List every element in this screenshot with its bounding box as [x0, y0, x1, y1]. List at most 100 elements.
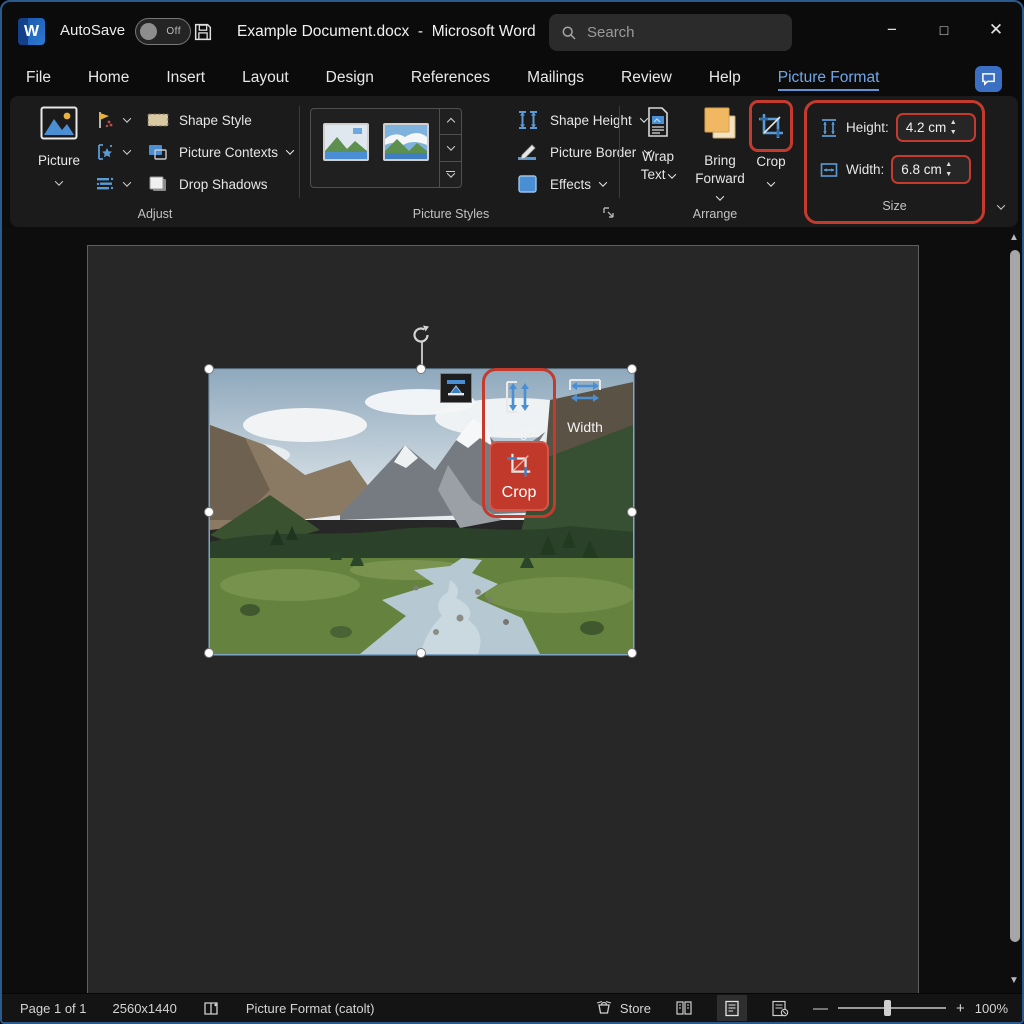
drop-shadows-button[interactable]: Drop Shadows — [146, 168, 293, 200]
collapse-ribbon-button[interactable] — [998, 197, 1004, 215]
tab-picture-format[interactable]: Picture Format — [778, 69, 880, 91]
gallery-scroll-up-button[interactable] — [440, 109, 461, 135]
gallery-scroll-down-button[interactable] — [440, 135, 461, 161]
maximize-button[interactable]: □ — [918, 8, 970, 52]
mode-indicator: Picture Format (catolt) — [246, 1001, 375, 1016]
zoom-slider-thumb[interactable] — [884, 1000, 891, 1016]
read-mode-button[interactable] — [669, 995, 699, 1021]
width-spinner[interactable]: ▲▼ — [945, 161, 952, 178]
floating-width-label: Width — [557, 419, 613, 435]
drop-shadows-label: Drop Shadows — [179, 177, 268, 192]
tab-mailings[interactable]: Mailings — [527, 69, 584, 91]
width-row: Width: ▲▼ — [819, 155, 971, 184]
picture-styles-gallery[interactable] — [310, 108, 462, 188]
chevron-down-icon — [123, 146, 131, 154]
chevron-down-icon — [123, 178, 131, 186]
scroll-down-icon[interactable]: ▼ — [1009, 975, 1019, 986]
page-indicator[interactable]: Page 1 of 1 — [20, 1001, 87, 1016]
zoom-slider[interactable] — [838, 1000, 946, 1016]
vertical-scrollbar[interactable]: ▲ ▼ — [1005, 230, 1024, 994]
layout-options-button[interactable] — [440, 373, 472, 403]
spin-up-icon[interactable]: ▲ — [950, 119, 957, 126]
bring-forward-button[interactable]: Bring Forward — [692, 106, 748, 206]
height-input[interactable] — [898, 120, 950, 135]
floating-height-button[interactable]: Height — [485, 379, 553, 440]
artistic-effects-button[interactable] — [94, 136, 130, 168]
spin-up-icon[interactable]: ▲ — [945, 161, 952, 168]
crop-button-highlight[interactable] — [749, 100, 793, 152]
flag-pen-icon — [94, 109, 116, 131]
proofing-icon[interactable] — [203, 1000, 220, 1017]
resize-handle-e[interactable] — [627, 507, 637, 517]
bring-forward-label-2: Forward — [695, 171, 745, 186]
tab-insert[interactable]: Insert — [166, 69, 205, 91]
autosave-toggle[interactable]: Off — [135, 18, 191, 45]
floating-crop-button[interactable]: Crop — [489, 441, 549, 511]
width-field-icon — [819, 159, 839, 181]
shape-style-button[interactable]: Shape Style — [146, 104, 293, 136]
document-title: Example Document.docx - Microsoft Word — [237, 23, 536, 41]
width-input[interactable] — [893, 162, 945, 177]
height-field-icon — [819, 117, 839, 139]
style-thumbnail-1[interactable] — [323, 123, 369, 161]
print-layout-icon — [724, 1000, 740, 1017]
resize-handle-n[interactable] — [416, 364, 426, 374]
spin-down-icon[interactable]: ▼ — [945, 171, 952, 178]
scroll-up-icon[interactable]: ▲ — [1009, 232, 1019, 243]
spin-down-icon[interactable]: ▼ — [950, 129, 957, 136]
minimize-button[interactable]: − — [866, 8, 918, 52]
zoom-in-button[interactable]: + — [956, 1000, 965, 1017]
search-input[interactable] — [587, 24, 767, 41]
resolution-indicator: 2560x1440 — [113, 1001, 177, 1016]
style-thumbnail-2[interactable] — [383, 123, 429, 161]
print-layout-button[interactable] — [717, 995, 747, 1021]
picture-contexts-label: Picture Contexts — [179, 145, 278, 160]
floating-width-button[interactable]: Width — [557, 376, 613, 435]
picture-contexts-button[interactable]: Picture Contexts — [146, 136, 293, 168]
close-button[interactable]: ✕ — [970, 8, 1022, 52]
tab-home[interactable]: Home — [88, 69, 129, 91]
gallery-more-button[interactable] — [440, 162, 461, 187]
crop-icon — [504, 450, 534, 480]
crop-button-label: Crop — [743, 154, 799, 169]
tab-help[interactable]: Help — [709, 69, 741, 91]
rotate-handle[interactable] — [409, 323, 433, 347]
crop-button-label-wrap[interactable]: Crop — [743, 154, 799, 190]
zoom-control: — + 100% — [813, 1000, 1008, 1017]
resize-handle-w[interactable] — [204, 507, 214, 517]
status-bar: Page 1 of 1 2560x1440 Picture Format (ca… — [2, 993, 1022, 1022]
resize-handle-ne[interactable] — [627, 364, 637, 374]
lines-settings-icon — [94, 173, 116, 195]
store-icon — [595, 1000, 613, 1016]
resize-handle-se[interactable] — [627, 648, 637, 658]
transparency-button[interactable] — [94, 168, 130, 200]
width-input-highlight: ▲▼ — [891, 155, 971, 184]
resize-handle-s[interactable] — [416, 648, 426, 658]
chevron-down-icon — [716, 192, 724, 200]
resize-handle-nw[interactable] — [204, 364, 214, 374]
tab-layout[interactable]: Layout — [242, 69, 289, 91]
insert-picture-button[interactable]: Picture — [28, 106, 90, 206]
sparkle-frame-icon — [94, 141, 116, 163]
zoom-level[interactable]: 100% — [975, 1001, 1008, 1016]
tab-file[interactable]: File — [26, 69, 51, 91]
tab-design[interactable]: Design — [326, 69, 374, 91]
store-button[interactable]: Store — [595, 1000, 651, 1016]
document-area: Height Crop Width ▲ ▼ — [2, 227, 1024, 997]
resize-handle-sw[interactable] — [204, 648, 214, 658]
color-tool-button[interactable] — [94, 104, 130, 136]
zoom-slider-track — [838, 1007, 946, 1009]
comments-button[interactable] — [975, 66, 1002, 92]
tab-references[interactable]: References — [411, 69, 490, 91]
search-box[interactable] — [549, 14, 792, 51]
wrap-text-button[interactable]: Wrap Text — [630, 106, 686, 184]
scrollbar-thumb[interactable] — [1010, 250, 1020, 942]
picture-styles-dialog-launcher[interactable] — [602, 206, 615, 219]
picture-styles-group-label: Picture Styles — [306, 207, 596, 221]
tab-review[interactable]: Review — [621, 69, 672, 91]
picture-button-label: Picture — [28, 153, 90, 168]
web-layout-button[interactable] — [765, 995, 795, 1021]
height-spinner[interactable]: ▲▼ — [950, 119, 957, 136]
save-icon[interactable] — [192, 21, 214, 43]
zoom-out-button[interactable]: — — [813, 1000, 828, 1017]
